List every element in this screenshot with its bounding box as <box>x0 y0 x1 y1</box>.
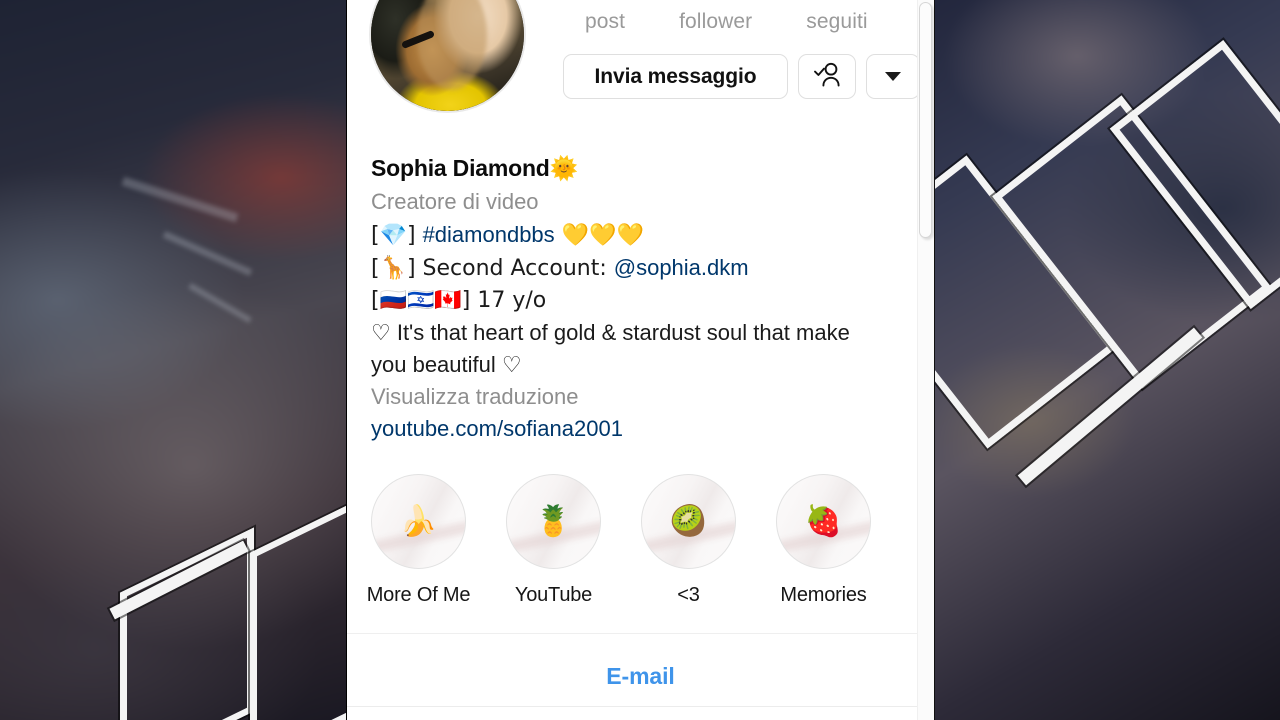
background-video-left <box>0 0 346 720</box>
bio-quote: ♡ It's that heart of gold & stardust sou… <box>371 320 850 377</box>
bio-hashtag-link[interactable]: #diamondbbs <box>423 222 555 247</box>
scrollbar-thumb[interactable] <box>919 2 932 238</box>
instagram-profile-panel: post follower seguiti Invia messaggio So… <box>346 0 935 720</box>
highlight-cover: 🍌 <box>371 474 466 569</box>
display-name-text: Sophia Diamond <box>371 155 550 181</box>
highlight-cover: 🍓 <box>776 474 871 569</box>
pineapple-icon: 🍍 <box>534 503 573 539</box>
highlight-item[interactable]: 🥝 <3 <box>641 474 736 607</box>
highlight-item[interactable]: 🍓 Memories <box>776 474 871 607</box>
view-translation-link[interactable]: Visualizza traduzione <box>371 381 891 413</box>
send-message-button[interactable]: Invia messaggio <box>563 54 788 99</box>
profile-display-name: Sophia Diamond🌞 <box>371 152 891 185</box>
story-highlights: 🍌 More Of Me 🍍 YouTube 🥝 <3 🍓 Memories <box>367 474 871 607</box>
profile-category: Creatore di video <box>371 189 539 214</box>
more-options-button[interactable] <box>866 54 920 99</box>
profile-bio: Sophia Diamond🌞 Creatore di video [💎] #d… <box>371 152 891 445</box>
strawberry-icon: 🍓 <box>804 503 843 539</box>
banana-icon: 🍌 <box>399 503 438 539</box>
kiwi-icon: 🥝 <box>669 503 708 539</box>
avatar[interactable] <box>369 0 526 113</box>
following-button[interactable] <box>798 54 856 99</box>
bio-line-hashtag: [💎] #diamondbbs 💛💛💛 <box>371 219 891 252</box>
scrollbar-track[interactable] <box>917 0 934 720</box>
highlight-label: More Of Me <box>366 584 471 606</box>
stat-posts[interactable]: post <box>585 10 625 34</box>
bottom-divider <box>347 706 934 707</box>
profile-external-url[interactable]: youtube.com/sofiana2001 <box>371 413 891 445</box>
highlight-item[interactable]: 🍌 More Of Me <box>367 474 470 607</box>
yellow-hearts-emoji: 💛💛💛 <box>554 223 644 248</box>
screen: post follower seguiti Invia messaggio So… <box>0 0 1280 720</box>
bio-line-second-account: [🦒] Second Account: @sophia.dkm <box>371 252 891 285</box>
stat-following[interactable]: seguiti <box>806 10 867 34</box>
highlight-label: Memories <box>780 584 867 606</box>
person-check-icon <box>812 61 842 93</box>
highlight-cover: 🥝 <box>641 474 736 569</box>
sun-emoji: 🌞 <box>549 156 579 182</box>
highlight-cover: 🍍 <box>506 474 601 569</box>
highlight-item[interactable]: 🍍 YouTube <box>506 474 601 607</box>
chevron-down-icon <box>885 72 901 81</box>
diamond-emoji-bracket: [💎] <box>371 223 423 248</box>
profile-stats: post follower seguiti <box>585 10 868 34</box>
highlight-label: YouTube <box>514 584 593 606</box>
giraffe-emoji-bracket: [🦒] Second Account: <box>371 256 614 281</box>
bio-mention-link[interactable]: @sophia.dkm <box>614 255 749 280</box>
bio-line-age: [🇷🇺🇮🇱🇨🇦] 17 y/o <box>371 288 547 313</box>
profile-actions: Invia messaggio <box>563 54 920 99</box>
profile-header: post follower seguiti Invia messaggio <box>347 0 934 128</box>
highlight-label: <3 <box>677 584 700 606</box>
stat-followers[interactable]: follower <box>679 10 752 34</box>
background-video-right <box>935 0 1280 720</box>
